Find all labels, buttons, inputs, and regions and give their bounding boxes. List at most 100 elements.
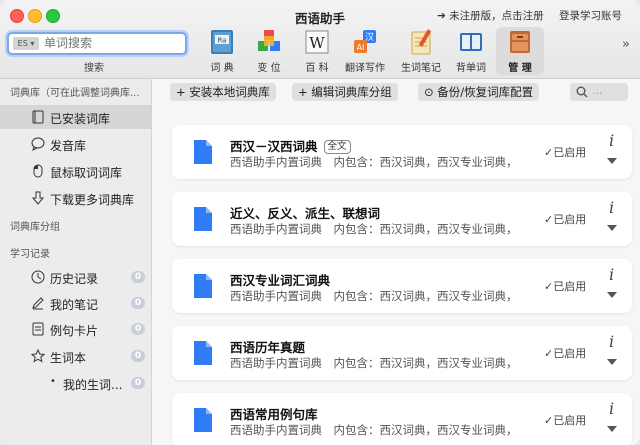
tool-dictionary[interactable]: Ra 词 典 [198,27,246,75]
sidebar-item-example-cards[interactable]: 例句卡片 0 [0,317,151,341]
expand-arrow-icon[interactable] [607,359,617,365]
app-window: 西语助手 ➔ 未注册版，点击注册 登录学习账号 ES ▾ 搜索 Ra 词 典 [0,0,640,445]
dict-enabled-status[interactable]: ✓已启用 [544,278,586,294]
dict-filter-placeholder: ... [592,84,603,97]
document-icon [194,274,212,298]
minimize-window-button[interactable] [28,9,42,23]
tool-conjugation[interactable]: 变 位 [245,27,293,75]
download-arrow-icon [31,191,45,205]
star-icon [31,349,45,363]
tool-notes[interactable]: 生词笔记 [397,27,445,75]
count-badge: 0 [131,271,145,283]
sidebar-item-label: 发音库 [50,139,87,153]
main-content: + 安装本地词典库 + 编辑词典库分组 ⊙ 备份/恢复词库配置 ... 西汉－汉… [152,79,640,445]
dict-selector-icon[interactable]: ES ▾ [13,37,39,50]
dict-card[interactable]: 西汉－汉西词典 全文 西语助手内置词典 内包含：西汉词典，西汉专业词典， ✓已启用… [172,125,632,179]
sidebar-item-notes[interactable]: 我的笔记 0 [0,291,151,315]
search-input[interactable] [44,35,179,51]
tool-vocabulary[interactable]: 背单词 [447,27,495,75]
tool-label: 变 位 [257,63,281,74]
register-link[interactable]: ➔ 未注册版，点击注册 [437,8,544,23]
close-window-button[interactable] [10,9,24,23]
tool-label: 背单词 [456,63,486,74]
search-field[interactable]: ES ▾ [7,32,187,55]
dictionary-icon: Ra [211,30,233,54]
dict-enabled-status[interactable]: ✓已启用 [544,412,586,428]
book-icon [460,33,482,51]
search-icon [576,86,588,98]
expand-arrow-icon[interactable] [607,292,617,298]
sidebar-item-download[interactable]: 下载更多词典库 [0,186,151,210]
count-badge: 0 [131,297,145,309]
dict-card[interactable]: 西语常用例句库 西语助手内置词典 内包含：西汉词典，西汉专业词典， ✓已启用 i [172,393,632,445]
toolbar: 西语助手 ➔ 未注册版，点击注册 登录学习账号 ES ▾ 搜索 Ra 词 典 [0,0,640,79]
sidebar-item-label: 生词本 [50,351,87,365]
dict-filter-search[interactable]: ... [570,83,628,101]
sidebar-section-history: 学习记录 [10,249,50,260]
wikipedia-icon: W [305,30,329,54]
sidebar-item-wordbook[interactable]: 生词本 0 [0,344,151,368]
sidebar-item-label: 下载更多词典库 [50,193,135,207]
dict-title: 西语历年真题 [230,340,306,355]
bullet-icon: • [50,376,56,387]
clock-icon [31,270,45,284]
dict-enabled-status[interactable]: ✓已启用 [544,144,586,160]
info-icon[interactable]: i [609,198,614,217]
dict-title: 近义、反义、派生、联想词 [230,206,381,221]
sidebar-item-label: 已安装词库 [50,112,111,126]
tool-label: 词 典 [210,63,234,74]
conjugation-cubes-icon [258,30,280,51]
document-icon [194,140,212,164]
sidebar-section-groups: 词典库分组 [10,222,60,233]
toolbar-overflow-button[interactable]: » [622,37,630,52]
dict-card[interactable]: 西汉专业词汇词典 西语助手内置词典 内包含：西汉词典，西汉专业词典， ✓已启用 … [172,259,632,313]
svg-text:Ra: Ra [218,37,227,45]
dict-description: 西语助手内置词典 内包含：西汉词典，西汉专业词典， [230,155,518,169]
card-icon [32,322,44,336]
manage-box-icon [510,31,530,53]
sidebar-item-pronunciation[interactable]: 发音库 [0,132,151,156]
login-link[interactable]: 登录学习账号 [559,8,622,23]
fulltext-tag: 全文 [323,140,351,154]
document-icon [194,207,212,231]
sidebar-item-installed[interactable]: 已安装词库 [0,105,151,129]
translate-icon: 汉 AI [354,30,376,53]
tool-wikipedia[interactable]: W 百 科 [293,27,341,75]
info-icon[interactable]: i [609,332,614,351]
info-icon[interactable]: i [609,265,614,284]
tool-label: 百 科 [305,63,329,74]
info-icon[interactable]: i [609,399,614,418]
mouse-icon [33,164,43,178]
dict-card[interactable]: 西语历年真题 西语助手内置词典 内包含：西汉词典，西汉专业词典， ✓已启用 i [172,326,632,380]
dict-enabled-status[interactable]: ✓已启用 [544,211,586,227]
tool-label: 生词笔记 [401,63,441,74]
dict-title: 西汉专业词汇词典 [230,273,331,288]
document-icon [194,408,212,432]
dict-title-row: 西汉－汉西词典 全文 [230,136,351,155]
sidebar-item-history[interactable]: 历史记录 0 [0,265,151,289]
expand-arrow-icon[interactable] [607,225,617,231]
dict-title: 西汉－汉西词典 [230,139,318,154]
count-badge: 0 [131,377,145,389]
tool-translate[interactable]: 汉 AI 翻译写作 [341,27,389,75]
edit-dict-groups-button[interactable]: + 编辑词典库分组 [292,83,398,101]
dict-enabled-status[interactable]: ✓已启用 [544,345,586,361]
dict-card[interactable]: 近义、反义、派生、联想词 西语助手内置词典 内包含：西汉词典，西汉专业词典， ✓… [172,192,632,246]
info-icon[interactable]: i [609,131,614,150]
sidebar-item-my-wordbook[interactable]: • 我的生词... 0 [0,371,151,395]
sidebar-item-label: 历史记录 [50,272,99,286]
sidebar-section-library: 词典库（可在此调整词典库... [10,88,140,99]
dict-description: 西语助手内置词典 内包含：西汉词典，西汉专业词典， [230,423,518,437]
dict-title: 西语常用例句库 [230,407,318,422]
tool-label: 翻译写作 [345,63,385,74]
tool-manage[interactable]: 管 理 [496,27,544,75]
dict-description: 西语助手内置词典 内包含：西汉词典，西汉专业词典， [230,222,518,236]
maximize-window-button[interactable] [46,9,60,23]
search-label: 搜索 [84,63,104,74]
install-local-dict-button[interactable]: + 安装本地词典库 [170,83,276,101]
backup-restore-button[interactable]: ⊙ 备份/恢复词库配置 [418,83,540,101]
sidebar-item-mouse-lookup[interactable]: 鼠标取词词库 [0,159,151,183]
expand-arrow-icon[interactable] [607,158,617,164]
expand-arrow-icon[interactable] [607,426,617,432]
document-icon [194,341,212,365]
